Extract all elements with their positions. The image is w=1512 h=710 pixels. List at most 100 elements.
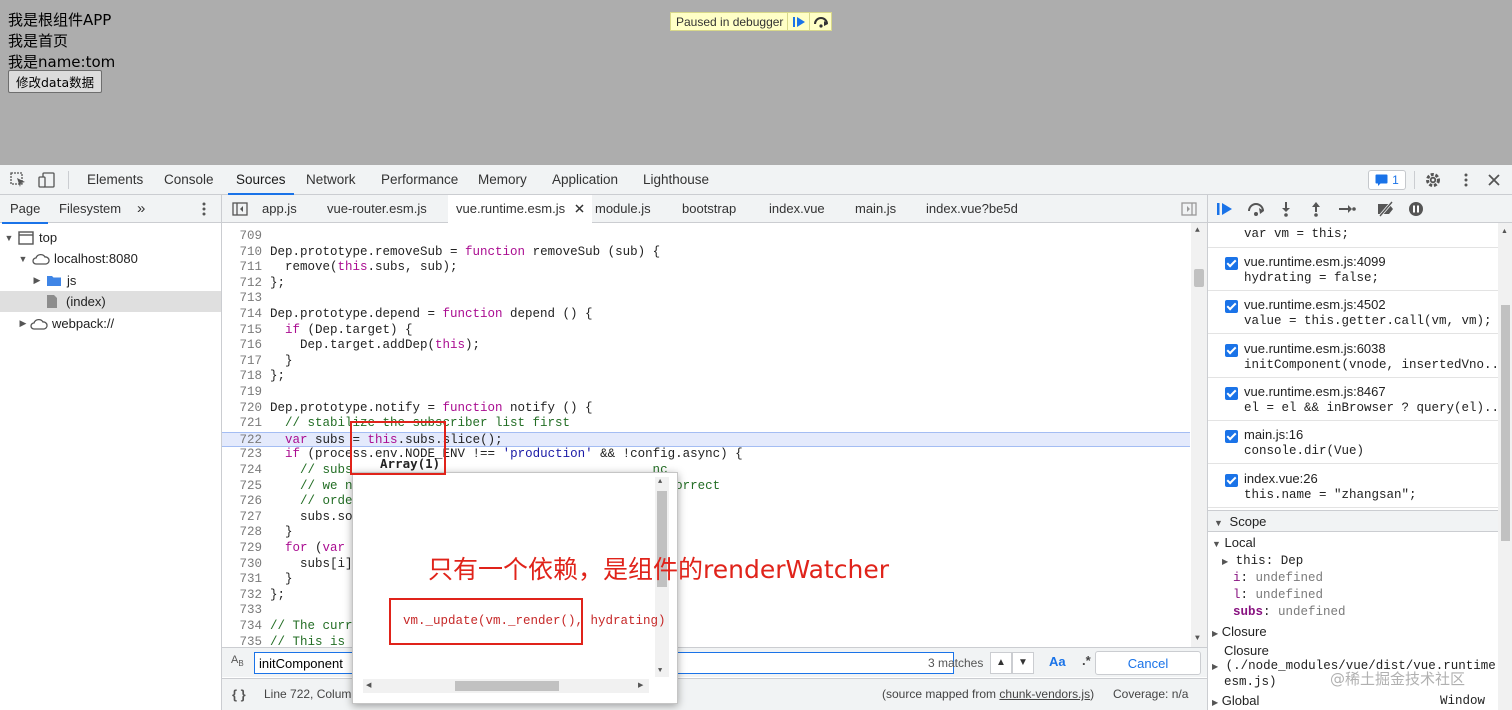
code-line[interactable]: 712}; [222, 276, 1190, 292]
line-number[interactable]: 714 [222, 307, 262, 323]
expand-triangle-icon[interactable]: ▼ [18, 254, 28, 264]
file-tab-vue-router[interactable]: vue-router.esm.js [327, 195, 427, 223]
line-number[interactable]: 721 [222, 416, 262, 432]
debugger-scrollbar[interactable]: ▲ [1498, 223, 1512, 710]
step-over-icon[interactable] [1246, 201, 1264, 217]
line-number[interactable]: 729 [222, 541, 262, 557]
line-number[interactable]: 730 [222, 557, 262, 573]
more-tabs-button[interactable]: » [137, 195, 145, 223]
line-number[interactable]: 727 [222, 510, 262, 526]
collapse-triangle-icon[interactable]: ▶ [18, 318, 28, 329]
resume-icon[interactable] [787, 13, 809, 30]
line-number[interactable]: 734 [222, 619, 262, 635]
call-frame[interactable]: index.vue:26 this.name = "zhangsan"; [1208, 465, 1498, 508]
step-over-icon[interactable] [809, 13, 831, 30]
call-frame[interactable]: vue.runtime.esm.js:4502 value = this.gett… [1208, 291, 1498, 335]
line-number[interactable]: 722 [222, 433, 262, 449]
file-tab-vue-runtime[interactable]: vue.runtime.esm.js [448, 195, 592, 223]
source-mapped-link[interactable]: chunk-vendors.js [999, 687, 1090, 701]
code-line[interactable]: 713 [222, 291, 1190, 307]
debugger-scroll-thumb[interactable] [1501, 305, 1510, 541]
scope-local[interactable]: ▼ Local [1212, 535, 1256, 550]
more-vertical-icon[interactable] [198, 201, 210, 222]
editor-scroll-thumb[interactable] [1194, 269, 1204, 287]
tree-item-index[interactable]: (index) [0, 291, 221, 312]
close-tab-icon[interactable] [575, 204, 584, 213]
code-line[interactable]: 710 Dep.prototype.removeSub = function re… [222, 245, 1190, 261]
line-number[interactable]: 735 [222, 635, 262, 647]
line-number[interactable]: 726 [222, 494, 262, 510]
code-line[interactable]: 717 } [222, 354, 1190, 370]
scope-var-subs[interactable]: subs: undefined [1233, 605, 1346, 619]
collapse-triangle-icon[interactable]: ▶ [1212, 629, 1218, 638]
match-case-button[interactable]: Aa [1049, 654, 1066, 669]
popover-horizontal-scrollbar[interactable]: ◀ ▶ [363, 679, 649, 693]
scope-var-l[interactable]: l: undefined [1233, 588, 1323, 602]
scope-var-this[interactable]: ▶ this: Dep [1222, 554, 1303, 568]
line-number[interactable]: 720 [222, 401, 262, 417]
code-line[interactable]: 714 Dep.prototype.depend = function depen… [222, 307, 1190, 323]
breakpoint-checkbox[interactable] [1225, 343, 1238, 357]
file-tab-bootstrap[interactable]: bootstrap [682, 195, 736, 223]
line-number[interactable]: 723 [222, 447, 262, 463]
collapse-triangle-icon[interactable]: ▶ [1222, 558, 1228, 567]
device-toolbar-icon[interactable] [38, 172, 55, 188]
code-line[interactable]: 719 [222, 385, 1190, 401]
popover-hscroll-thumb[interactable] [455, 681, 559, 691]
scroll-left-icon[interactable]: ◀ [366, 681, 371, 690]
expand-triangle-icon[interactable]: ▼ [1212, 539, 1221, 549]
line-number[interactable]: 731 [222, 572, 262, 588]
line-number[interactable]: 724 [222, 463, 262, 479]
tab-sources[interactable]: Sources [228, 165, 293, 195]
inspect-element-icon[interactable] [10, 172, 26, 188]
issues-button[interactable]: 1 [1368, 170, 1406, 190]
line-number[interactable]: 711 [222, 260, 262, 276]
scope-global[interactable]: ▶ Global [1212, 693, 1259, 708]
breakpoint-checkbox[interactable] [1225, 257, 1238, 270]
expand-triangle-icon[interactable]: ▼ [4, 233, 14, 243]
tab-elements[interactable]: Elements [87, 165, 143, 194]
file-tab-index-vue-be5d[interactable]: index.vue?be5d [926, 195, 1018, 223]
file-tab-app-js[interactable]: app.js [262, 195, 297, 223]
scroll-right-icon[interactable]: ▶ [638, 681, 643, 690]
collapse-triangle-icon[interactable]: ▶ [32, 275, 42, 286]
code-line[interactable]: 720 Dep.prototype.notify = function notif… [222, 401, 1190, 417]
expand-triangle-icon[interactable]: ▼ [1214, 518, 1223, 528]
tab-lighthouse[interactable]: Lighthouse [643, 165, 709, 194]
line-number[interactable]: 732 [222, 588, 262, 604]
line-number[interactable]: 733 [222, 603, 262, 619]
call-frame[interactable]: vue.runtime.esm.js:4099 hydrating = false… [1208, 248, 1498, 291]
code-line[interactable]: 718}; [222, 369, 1190, 385]
scroll-up-icon[interactable]: ▲ [1195, 226, 1200, 235]
more-vertical-icon[interactable] [1458, 172, 1474, 188]
tab-page[interactable]: Page [1, 195, 49, 224]
next-match-icon[interactable]: ▼ [1012, 652, 1034, 674]
scroll-down-icon[interactable]: ▼ [658, 667, 662, 675]
cancel-search-button[interactable]: Cancel [1095, 651, 1201, 675]
line-number[interactable]: 728 [222, 525, 262, 541]
line-number[interactable]: 717 [222, 354, 262, 370]
tree-item-localhost[interactable]: ▼ localhost:8080 [0, 248, 221, 269]
file-tab-module-js[interactable]: module.js [595, 195, 651, 223]
scope-closure[interactable]: ▶ Closure [1212, 624, 1267, 639]
breakpoint-checkbox[interactable] [1225, 430, 1238, 444]
code-line[interactable]: 711 remove(this.subs, sub); [222, 260, 1190, 276]
call-frame[interactable]: vue.runtime.esm.js:6038 initComponent(vno… [1208, 335, 1498, 378]
line-number[interactable]: 719 [222, 385, 262, 401]
breakpoint-checkbox[interactable] [1225, 473, 1238, 487]
line-number[interactable]: 716 [222, 338, 262, 354]
tree-item-js[interactable]: ▶ js [0, 270, 221, 291]
scroll-up-icon[interactable]: ▲ [1501, 228, 1508, 235]
format-braces-icon[interactable]: { } [232, 687, 246, 702]
gear-icon[interactable] [1425, 172, 1441, 188]
scroll-down-icon[interactable]: ▼ [1195, 634, 1200, 643]
call-frame[interactable]: var vm = this; [1208, 223, 1498, 248]
deactivate-breakpoints-icon[interactable] [1376, 201, 1394, 217]
call-frame[interactable]: main.js:16 console.dir(Vue) [1208, 421, 1498, 465]
tab-performance[interactable]: Performance [381, 165, 458, 194]
tab-network[interactable]: Network [306, 165, 356, 194]
breakpoint-checkbox[interactable] [1225, 300, 1238, 314]
file-tab-main-js[interactable]: main.js [855, 195, 896, 223]
tab-filesystem[interactable]: Filesystem [59, 195, 121, 223]
collapse-triangle-icon[interactable]: ▶ [1212, 698, 1218, 707]
